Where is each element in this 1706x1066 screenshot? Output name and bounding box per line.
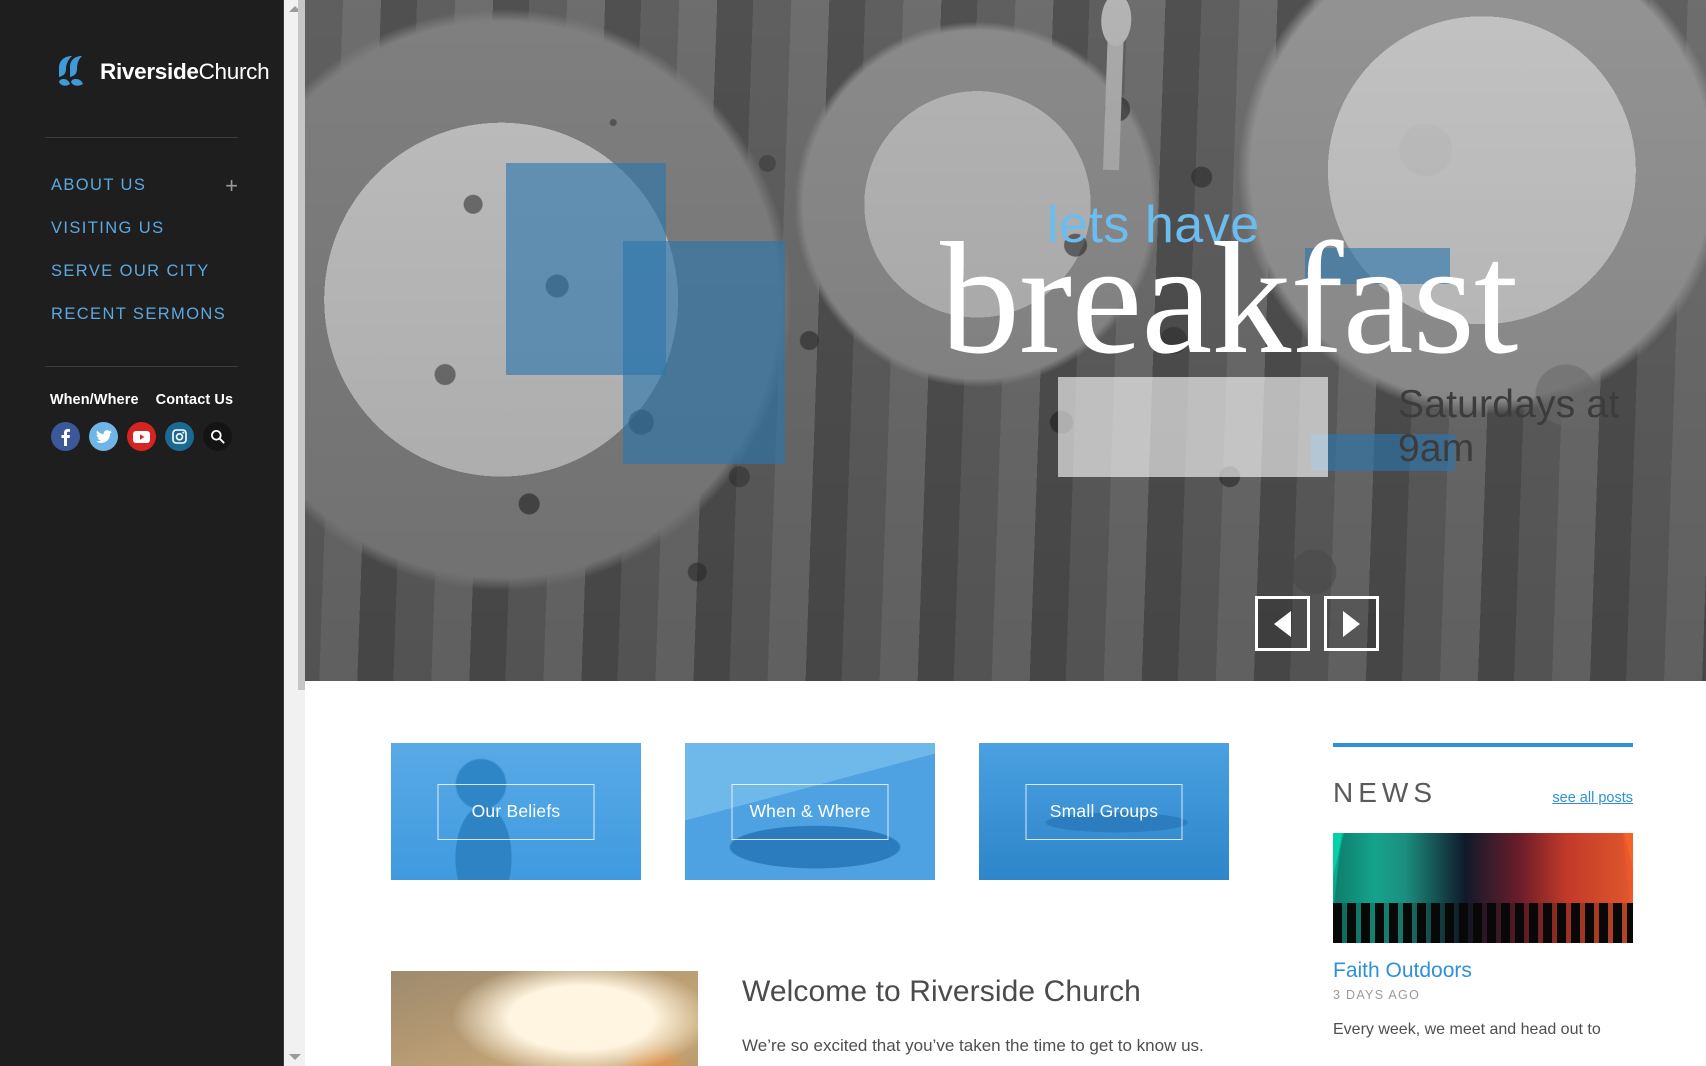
- hero-slider: lets have breakfast Saturdays at 9am: [305, 0, 1706, 681]
- card-label: When & Where: [749, 801, 871, 821]
- page-root: RiversideChurch ABOUT US + VISITING US S…: [0, 0, 1706, 1066]
- sidebar-item-serve-our-city[interactable]: SERVE OUR CITY: [45, 250, 238, 293]
- nav-label: SERVE OUR CITY: [51, 262, 210, 280]
- link-when-where[interactable]: When/Where: [50, 392, 139, 408]
- logo-thin: Church: [198, 58, 270, 84]
- scroll-down-arrow-icon[interactable]: [284, 1048, 306, 1066]
- feature-card-when-where[interactable]: When & Where: [685, 743, 935, 880]
- nav-label: RECENT SERMONS: [51, 305, 227, 323]
- main-content: lets have breakfast Saturdays at 9am Our…: [305, 0, 1706, 1066]
- card-frame: Small Groups: [1025, 783, 1183, 840]
- nav-label: ABOUT US: [51, 176, 147, 194]
- page-title: Welcome to Riverside Church: [742, 975, 1141, 1008]
- instagram-icon[interactable]: [165, 422, 194, 451]
- news-header: NEWS see all posts: [1333, 747, 1633, 809]
- search-icon[interactable]: [203, 422, 232, 451]
- hero-copy: lets have breakfast Saturdays at 9am: [305, 0, 1706, 681]
- link-contact-us[interactable]: Contact Us: [156, 392, 234, 408]
- sidebar: RiversideChurch ABOUT US + VISITING US S…: [0, 0, 283, 1066]
- utility-links: When/Where Contact Us: [45, 367, 238, 408]
- nav-label: VISITING US: [51, 219, 165, 237]
- slider-prev-button[interactable]: [1255, 596, 1310, 651]
- card-label: Our Beliefs: [471, 801, 561, 821]
- news-article-thumbnail[interactable]: [1333, 833, 1633, 943]
- welcome-image: [391, 971, 698, 1066]
- feature-card-small-groups[interactable]: Small Groups: [979, 743, 1229, 880]
- card-frame: When & Where: [731, 783, 889, 840]
- page-scrollbar[interactable]: [283, 0, 306, 1066]
- news-article-title[interactable]: Faith Outdoors: [1333, 959, 1633, 983]
- card-label: Small Groups: [1049, 801, 1159, 821]
- sidebar-item-visiting-us[interactable]: VISITING US: [45, 207, 238, 250]
- logo-wordmark: RiversideChurch: [100, 58, 270, 85]
- youtube-icon[interactable]: [127, 422, 156, 451]
- welcome-text: Welcome to Riverside Church We’re so exc…: [742, 971, 1331, 1066]
- plus-icon[interactable]: +: [225, 174, 238, 196]
- content-area: Our Beliefs When & Where Small Groups We…: [305, 681, 1706, 1066]
- primary-nav: ABOUT US + VISITING US SERVE OUR CITY RE…: [45, 138, 238, 336]
- riverside-logo-mark: [57, 55, 89, 88]
- news-article-date: 3 DAYS AGO: [1333, 988, 1421, 1002]
- sidebar-item-about-us[interactable]: ABOUT US +: [45, 164, 238, 207]
- see-all-posts-link[interactable]: see all posts: [1552, 790, 1633, 806]
- twitter-icon[interactable]: [89, 422, 118, 451]
- slider-next-button[interactable]: [1324, 596, 1379, 651]
- feature-cards: Our Beliefs When & Where Small Groups: [391, 743, 1229, 880]
- facebook-icon[interactable]: [51, 422, 80, 451]
- news-panel: NEWS see all posts Faith Outdoors 3 DAYS…: [1333, 743, 1633, 1044]
- logo-strong: Riverside: [100, 58, 199, 84]
- welcome-body: We’re so excited that you’ve taken the t…: [742, 1036, 1204, 1066]
- hero-subline: Saturdays at 9am: [1398, 383, 1620, 470]
- feature-card-our-beliefs[interactable]: Our Beliefs: [391, 743, 641, 880]
- hero-headline: breakfast: [940, 209, 1518, 387]
- site-logo[interactable]: RiversideChurch: [45, 0, 270, 88]
- welcome-section: Welcome to Riverside Church We’re so exc…: [391, 971, 1331, 1066]
- news-title: NEWS: [1333, 777, 1437, 808]
- sidebar-item-recent-sermons[interactable]: RECENT SERMONS: [45, 293, 238, 336]
- hero-slider-controls: [1255, 596, 1379, 651]
- card-frame: Our Beliefs: [437, 783, 595, 840]
- social-links: [45, 408, 238, 451]
- news-article-excerpt: Every week, we meet and head out to: [1333, 1021, 1601, 1038]
